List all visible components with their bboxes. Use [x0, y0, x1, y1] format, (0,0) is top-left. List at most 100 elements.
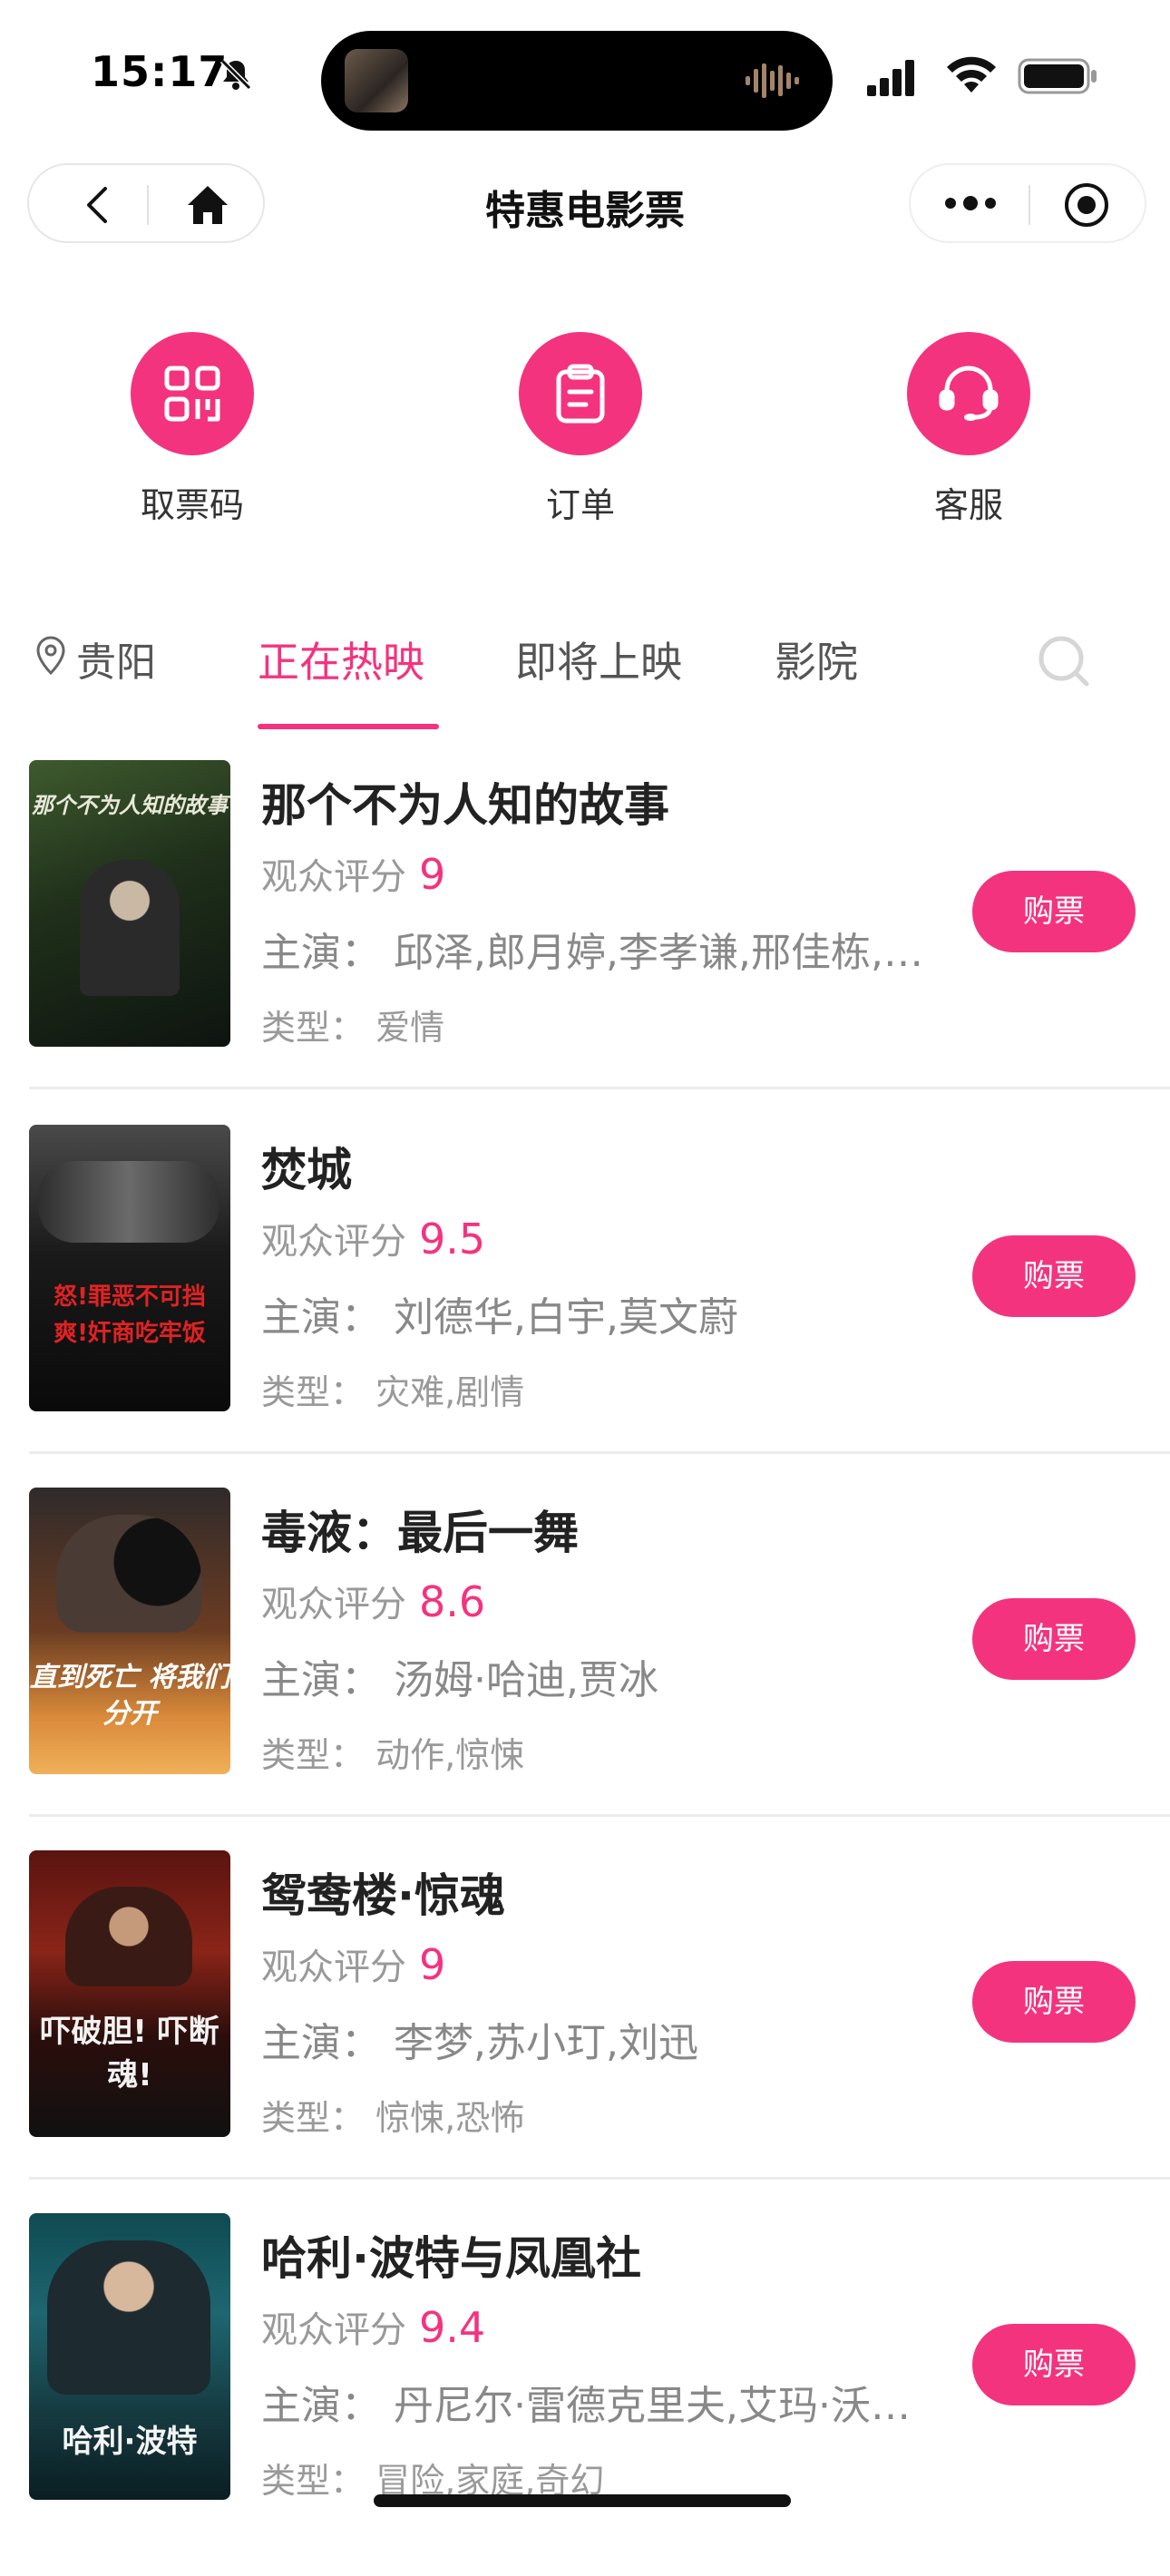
status-time: 15:17 — [91, 47, 229, 96]
rating-score: 9.5 — [419, 1215, 486, 1264]
ticket-code-button[interactable] — [131, 332, 254, 455]
genre-label: 类型： — [261, 1008, 366, 1048]
genre-value: 动作,惊悚 — [375, 1735, 525, 1775]
more-icon[interactable] — [943, 192, 998, 214]
cast-names: 汤姆·哈迪,贾冰 — [394, 1657, 658, 1703]
buy-ticket-button[interactable]: 购票 — [972, 1598, 1136, 1680]
movie-poster[interactable]: 那个不为人知的故事 — [29, 760, 230, 1047]
poster-figures — [80, 860, 180, 996]
clipboard-icon — [556, 364, 605, 424]
genre-value: 惊悚,恐怖 — [375, 2098, 525, 2138]
divider — [29, 1451, 1170, 1454]
genre-label: 类型： — [261, 1735, 366, 1775]
divider — [29, 2177, 1170, 2180]
rating-score: 9 — [419, 850, 446, 899]
poster-figures — [38, 1161, 219, 1243]
poster-caption: 那个不为人知的故事 — [32, 793, 228, 818]
movie-list-item[interactable]: 怒!罪恶不可挡 爽!奸商吃牢饭 焚城 观众评分 9.5 主演： 刘德华,白宇,莫文… — [0, 1125, 1170, 1488]
movie-title: 那个不为人知的故事 — [261, 779, 669, 832]
movie-rating: 观众评分 9 — [261, 847, 445, 900]
buy-ticket-button[interactable]: 购票 — [972, 1235, 1136, 1317]
buy-ticket-button[interactable]: 购票 — [972, 871, 1136, 952]
location-pin-icon — [36, 636, 65, 676]
dynamic-island — [321, 31, 833, 131]
quick-action-label: 取票码 — [140, 485, 244, 525]
rating-label: 观众评分 — [261, 2309, 406, 2351]
cast-names: 刘德华,白宇,莫文蔚 — [394, 1294, 738, 1341]
support-button[interactable] — [907, 332, 1030, 455]
movie-title: 毒液：最后一舞 — [261, 1507, 579, 1559]
tab-cinemas[interactable]: 影院 — [775, 629, 858, 689]
search-icon[interactable] — [1034, 631, 1092, 689]
rating-label: 观众评分 — [261, 1584, 406, 1625]
movie-poster[interactable]: 直到死亡 将我们分开 — [29, 1488, 230, 1774]
movie-cast: 主演： 李梦,苏小玎,刘迅 — [261, 2010, 951, 2068]
poster-caption: 吓破胆! 吓断魂! — [40, 2014, 219, 2093]
poster-figures — [47, 2240, 210, 2395]
movie-list-item[interactable]: 吓破胆! 吓断魂! 鸳鸯楼·惊魂 观众评分 9 主演： 李梦,苏小玎,刘迅 类型：… — [0, 1850, 1170, 2213]
poster-caption: 哈利·波特 — [62, 2424, 198, 2460]
wifi-icon — [947, 56, 996, 93]
battery-icon — [1018, 58, 1097, 94]
cast-names: 李梦,苏小玎,刘迅 — [394, 2020, 698, 2066]
movie-rating: 观众评分 8.6 — [261, 1575, 485, 1627]
city-name: 贵阳 — [76, 639, 156, 686]
movie-poster[interactable]: 怒!罪恶不可挡 爽!奸商吃牢饭 — [29, 1125, 230, 1411]
quick-action-label: 客服 — [933, 485, 1003, 525]
signal-icon — [867, 60, 914, 96]
home-indicator[interactable] — [374, 2494, 791, 2507]
quick-action-label: 订单 — [545, 485, 615, 525]
now-playing-thumbnail — [345, 49, 408, 112]
movie-list-item[interactable]: 那个不为人知的故事 那个不为人知的故事 观众评分 9 主演： 邱泽,郎月婷,李孝谦… — [0, 760, 1170, 1123]
status-bar: 15:17 — [0, 0, 1170, 145]
rating-score: 9.4 — [419, 2303, 486, 2352]
movie-title: 哈利·波特与凤凰社 — [261, 2232, 641, 2285]
movie-poster[interactable]: 吓破胆! 吓断魂! — [29, 1850, 230, 2137]
cast-label: 主演： — [261, 1657, 381, 1703]
orders-button[interactable] — [519, 332, 642, 455]
movie-poster[interactable]: 哈利·波特 — [29, 2213, 230, 2500]
movie-title: 鸳鸯楼·惊魂 — [261, 1869, 505, 1922]
rating-score: 8.6 — [419, 1577, 486, 1626]
divider — [29, 1087, 1170, 1089]
tab-coming-soon[interactable]: 即将上映 — [515, 629, 682, 689]
movie-genre: 类型： 爱情 — [261, 1000, 444, 1049]
target-icon[interactable] — [1063, 181, 1110, 229]
tab-now-showing[interactable]: 正在热映 — [258, 629, 424, 689]
movie-cast: 主演： 汤姆·哈迪,贾冰 — [261, 1647, 951, 1705]
rating-label: 观众评分 — [261, 856, 406, 898]
movie-cast: 主演： 丹尼尔·雷德克里夫,艾玛·沃… — [261, 2373, 951, 2431]
movie-cast: 主演： 刘德华,白宇,莫文蔚 — [261, 1284, 951, 1342]
divider — [29, 1814, 1170, 1817]
rating-score: 9 — [419, 1940, 446, 1989]
poster-caption: 怒!罪恶不可挡 爽!奸商吃牢饭 — [54, 1283, 206, 1347]
cast-label: 主演： — [261, 2383, 381, 2429]
quick-action-support[interactable]: 客服 — [860, 332, 1077, 527]
quick-action-ticket-code[interactable]: 取票码 — [83, 332, 301, 527]
poster-caption: 直到死亡 将我们分开 — [29, 1662, 230, 1730]
movie-genre: 类型： 灾难,剧情 — [261, 1364, 524, 1414]
movie-rating: 观众评分 9.5 — [261, 1212, 485, 1264]
buy-ticket-button[interactable]: 购票 — [972, 1961, 1136, 2043]
rating-label: 观众评分 — [261, 1221, 406, 1263]
genre-label: 类型： — [261, 1372, 366, 1412]
capsule-divider — [1029, 185, 1030, 225]
headset-icon — [939, 366, 999, 421]
movie-list-item[interactable]: 直到死亡 将我们分开 毒液：最后一舞 观众评分 8.6 主演： 汤姆·哈迪,贾冰 … — [0, 1488, 1170, 1850]
poster-figures — [65, 1887, 192, 1986]
movie-rating: 观众评分 9 — [261, 1937, 445, 1990]
quick-action-orders[interactable]: 订单 — [472, 332, 689, 527]
rating-label: 观众评分 — [261, 1947, 406, 1988]
movie-cast: 主演： 邱泽,郎月婷,李孝谦,邢佳栋,… — [261, 920, 951, 978]
cast-label: 主演： — [261, 2020, 381, 2066]
ticket-code-icon — [164, 366, 220, 422]
bell-slash-icon — [219, 58, 252, 91]
audio-wave-icon — [746, 63, 799, 98]
buy-ticket-button[interactable]: 购票 — [972, 2324, 1136, 2405]
genre-label: 类型： — [261, 2098, 366, 2138]
city-selector[interactable]: 贵阳 — [34, 629, 156, 688]
movie-list-item[interactable]: 哈利·波特 哈利·波特与凤凰社 观众评分 9.4 主演： 丹尼尔·雷德克里夫,艾玛… — [0, 2213, 1170, 2576]
movie-title: 焚城 — [261, 1144, 352, 1196]
cast-names: 丹尼尔·雷德克里夫,艾玛·沃… — [394, 2383, 911, 2429]
genre-label: 类型： — [261, 2461, 366, 2501]
